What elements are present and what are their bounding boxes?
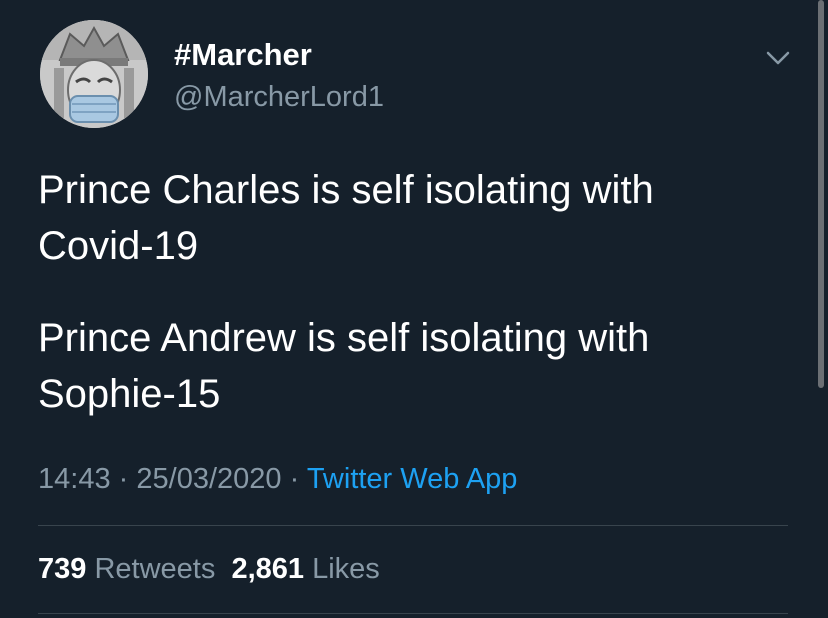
user-handle[interactable]: @MarcherLord1 (174, 80, 384, 114)
retweets-count: 739 (38, 553, 87, 585)
likes-stat[interactable]: 2,861 Likes (231, 553, 379, 585)
scrollbar[interactable] (818, 0, 824, 388)
retweets-label: Retweets (94, 553, 216, 585)
tweet-detail: #Marcher @MarcherLord1 Prince Charles is… (0, 0, 828, 618)
meta-separator: · (118, 463, 129, 495)
tweet-menu-button[interactable] (764, 44, 792, 72)
chevron-down-icon (766, 51, 790, 65)
avatar-image (40, 20, 148, 128)
tweet-text-line: Prince Andrew is self isolating with Sop… (38, 316, 650, 416)
retweets-stat[interactable]: 739 Retweets (38, 553, 215, 585)
tweet-stats: 739 Retweets 2,861 Likes (38, 549, 380, 589)
likes-count: 2,861 (231, 553, 305, 585)
tweet-text-line: Prince Charles is self isolating with Co… (38, 168, 654, 268)
tweet-date: 25/03/2020 (136, 463, 282, 495)
display-name[interactable]: #Marcher (174, 36, 312, 74)
tweet-time: 14:43 (38, 463, 111, 495)
divider (38, 525, 788, 526)
tweet-source-link[interactable]: Twitter Web App (307, 463, 518, 495)
avatar[interactable] (40, 20, 148, 128)
tweet-meta: 14:43 · 25/03/2020 · Twitter Web App (38, 459, 517, 499)
divider (38, 613, 788, 614)
likes-label: Likes (312, 553, 380, 585)
meta-separator: · (289, 463, 300, 495)
